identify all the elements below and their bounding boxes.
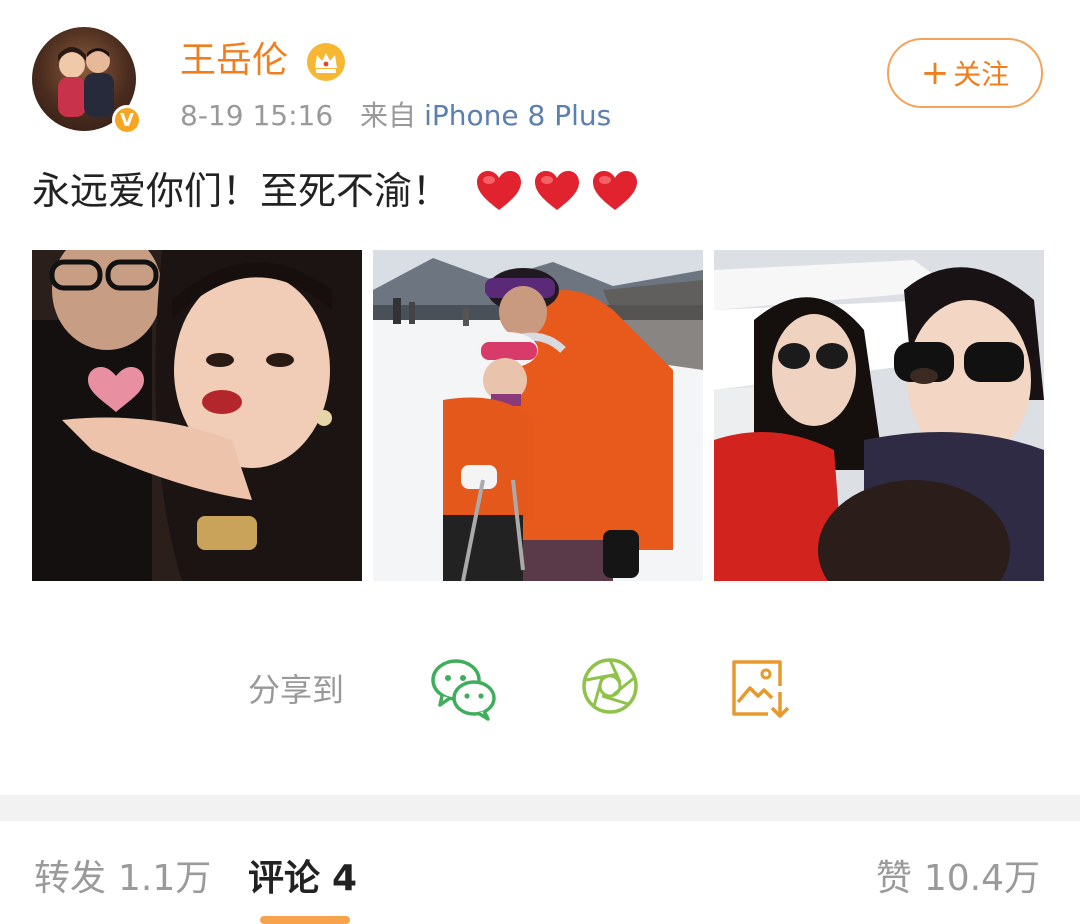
photo-grid bbox=[32, 250, 1044, 581]
section-divider bbox=[0, 795, 1080, 821]
tab-like[interactable]: 赞 10.4万 bbox=[876, 854, 1040, 904]
tab-comment[interactable]: 评论 4 bbox=[248, 854, 357, 904]
tab-repost[interactable]: 转发 1.1万 bbox=[34, 854, 211, 904]
post-photo-1[interactable] bbox=[32, 250, 362, 581]
post-source[interactable]: iPhone 8 Plus bbox=[424, 99, 611, 132]
follow-button[interactable]: + 关注 bbox=[887, 38, 1043, 108]
moments-icon[interactable] bbox=[580, 656, 640, 716]
heart-icon bbox=[593, 171, 638, 210]
active-tab-indicator bbox=[260, 916, 350, 924]
post-photo-3[interactable] bbox=[714, 250, 1044, 581]
heart-icon bbox=[477, 171, 522, 210]
share-label: 分享到 bbox=[248, 671, 345, 709]
heart-icon bbox=[535, 171, 580, 210]
crown-icon bbox=[307, 43, 345, 81]
repost-count: 1.1万 bbox=[118, 858, 212, 899]
post-time: 8-19 15:16 bbox=[180, 99, 334, 132]
post-meta: 8-19 15:16 来自 iPhone 8 Plus bbox=[180, 96, 611, 136]
verified-badge: V bbox=[112, 105, 142, 135]
repost-label: 转发 bbox=[34, 858, 107, 899]
post-photo-2[interactable] bbox=[373, 250, 703, 581]
post-text: 永远爱你们！至死不渝！ bbox=[32, 169, 451, 213]
like-count: 10.4万 bbox=[923, 858, 1040, 899]
weibo-post-page: V 王岳伦 8-19 15:16 来自 iPhone 8 Plus + 关注 永远… bbox=[0, 0, 1080, 924]
save-image-icon[interactable] bbox=[728, 656, 792, 720]
plus-icon: + bbox=[920, 53, 950, 93]
username[interactable]: 王岳伦 bbox=[180, 36, 288, 86]
wechat-icon[interactable] bbox=[430, 656, 498, 722]
comment-label: 评论 bbox=[248, 858, 321, 899]
avatar[interactable]: V bbox=[32, 27, 144, 135]
like-label: 赞 bbox=[875, 858, 912, 899]
comment-count: 4 bbox=[332, 858, 358, 899]
source-prefix: 来自 bbox=[360, 99, 417, 132]
heart-emojis bbox=[476, 170, 638, 212]
post-text-row: 永远爱你们！至死不渝！ bbox=[32, 165, 638, 217]
follow-label: 关注 bbox=[953, 58, 1010, 91]
